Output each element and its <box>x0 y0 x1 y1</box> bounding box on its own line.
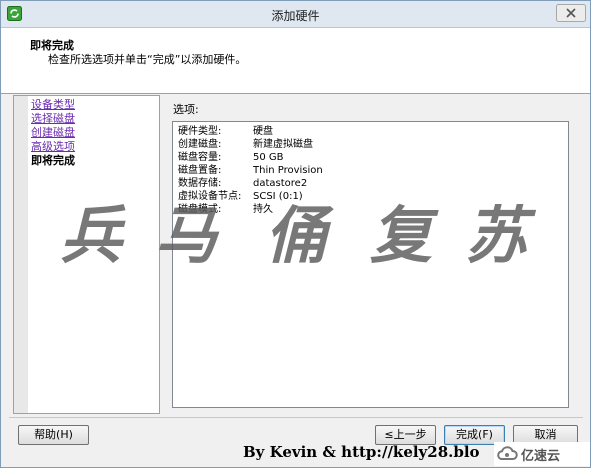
help-button[interactable]: 帮助(H) <box>18 425 89 445</box>
close-button[interactable] <box>556 4 586 22</box>
steps-stripe <box>14 96 28 413</box>
footer-divider <box>9 417 583 418</box>
back-button[interactable]: ≤上一步 <box>375 425 436 445</box>
yisu-watermark: 亿速云 <box>494 442 590 466</box>
wizard-steps-panel: 设备类型 选择磁盘 创建磁盘 高级选项 即将完成 <box>13 95 160 414</box>
summary-key: 磁盘置备: <box>178 165 222 176</box>
summary-value: datastore2 <box>253 178 308 189</box>
add-hardware-window: 添加硬件 即将完成 检查所选选项并单击“完成”以添加硬件。 设备类型 选择磁盘 … <box>0 0 591 468</box>
summary-value: 持久 <box>253 204 273 215</box>
author-credit: By Kevin & http://kely28.blo <box>243 443 480 461</box>
step-create-disk[interactable]: 创建磁盘 <box>31 126 75 140</box>
window-title: 添加硬件 <box>271 9 320 23</box>
step-device-type[interactable]: 设备类型 <box>31 98 75 112</box>
summary-value: SCSI (0:1) <box>253 191 303 202</box>
step-ready-to-complete: 即将完成 <box>31 154 75 167</box>
step-select-disk[interactable]: 选择磁盘 <box>31 112 75 126</box>
summary-key: 数据存储: <box>178 178 222 189</box>
summary-value: Thin Provision <box>253 165 323 176</box>
summary-key: 磁盘模式: <box>178 204 222 215</box>
page-subtitle: 检查所选选项并单击“完成”以添加硬件。 <box>48 53 247 66</box>
options-summary-box[interactable]: 硬件类型: 硬盘 创建磁盘: 新建虚拟磁盘 磁盘容量: 50 GB 磁盘置备: … <box>172 121 569 408</box>
summary-key: 硬件类型: <box>178 126 222 137</box>
summary-key: 创建磁盘: <box>178 139 222 150</box>
summary-key: 虚拟设备节点: <box>178 191 242 202</box>
summary-value: 硬盘 <box>253 126 273 137</box>
wizard-header: 即将完成 检查所选选项并单击“完成”以添加硬件。 <box>1 28 590 94</box>
summary-value: 新建虚拟磁盘 <box>253 139 313 150</box>
summary-key: 磁盘容量: <box>178 152 222 163</box>
step-advanced-options[interactable]: 高级选项 <box>31 140 75 154</box>
yisu-brand-text: 亿速云 <box>521 449 561 464</box>
options-label: 选项: <box>173 103 199 116</box>
title-bar: 添加硬件 <box>1 1 590 28</box>
summary-value: 50 GB <box>253 152 284 163</box>
yisu-cloud-icon <box>497 446 518 460</box>
